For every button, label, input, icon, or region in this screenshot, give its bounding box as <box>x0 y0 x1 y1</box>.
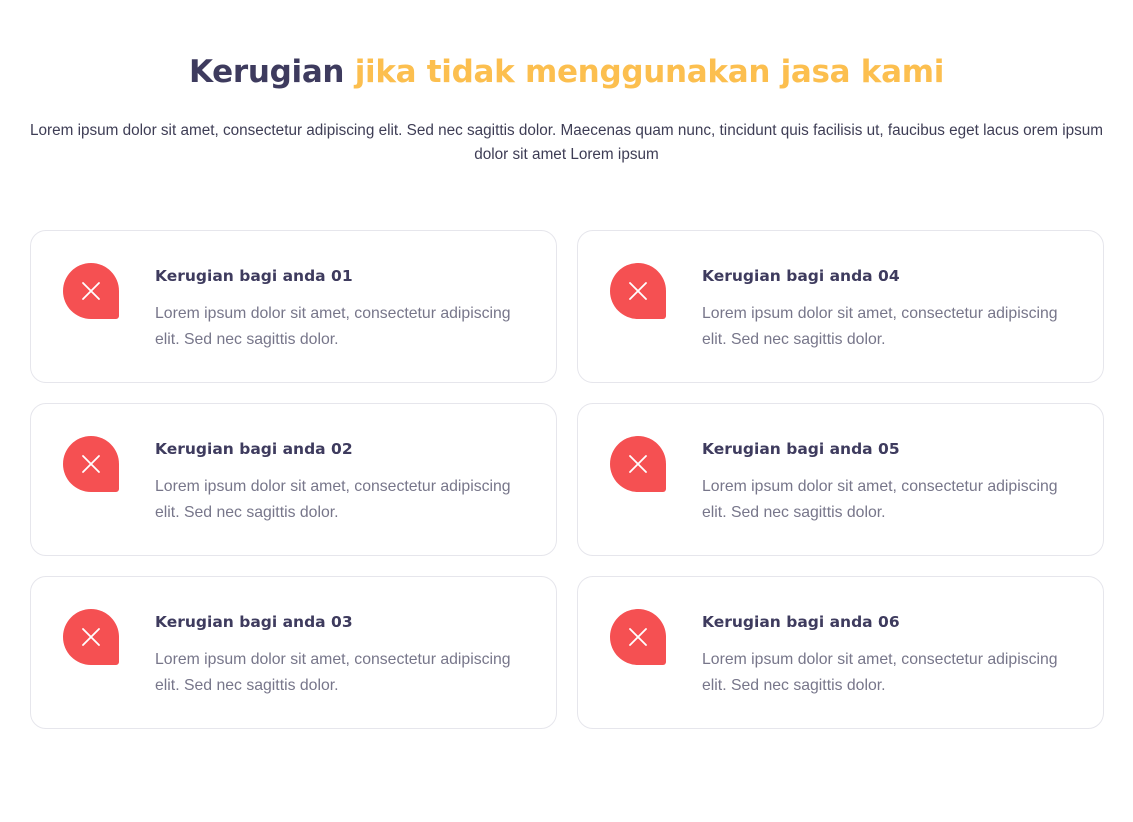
card-title: Kerugian bagi anda 02 <box>155 440 353 458</box>
loss-card-01: Kerugian bagi anda 01 Lorem ipsum dolor … <box>30 230 557 383</box>
card-description: Lorem ipsum dolor sit amet, consectetur … <box>702 651 1058 694</box>
close-icon <box>63 263 119 319</box>
section-title-highlight: jika tidak menggunakan jasa kami <box>354 54 945 90</box>
close-icon <box>63 609 119 665</box>
loss-card-03: Kerugian bagi anda 03 Lorem ipsum dolor … <box>30 576 557 729</box>
card-title: Kerugian bagi anda 01 <box>155 267 353 285</box>
close-icon <box>610 263 666 319</box>
card-title: Kerugian bagi anda 06 <box>702 613 900 631</box>
section-description: Lorem ipsum dolor sit amet, consectetur … <box>29 122 1103 163</box>
loss-card-04: Kerugian bagi anda 04 Lorem ipsum dolor … <box>577 230 1104 383</box>
loss-card-02: Kerugian bagi anda 02 Lorem ipsum dolor … <box>30 403 557 556</box>
card-description: Lorem ipsum dolor sit amet, consectetur … <box>702 478 1058 521</box>
close-icon <box>610 436 666 492</box>
close-icon <box>610 609 666 665</box>
card-title: Kerugian bagi anda 05 <box>702 440 900 458</box>
loss-card-05: Kerugian bagi anda 05 Lorem ipsum dolor … <box>577 403 1104 556</box>
card-description: Lorem ipsum dolor sit amet, consectetur … <box>702 305 1058 348</box>
loss-card-06: Kerugian bagi anda 06 Lorem ipsum dolor … <box>577 576 1104 729</box>
section-title-main: Kerugian <box>188 54 345 90</box>
card-description: Lorem ipsum dolor sit amet, consectetur … <box>155 478 511 521</box>
card-description: Lorem ipsum dolor sit amet, consectetur … <box>155 305 511 348</box>
close-icon <box>63 436 119 492</box>
card-title: Kerugian bagi anda 03 <box>155 613 353 631</box>
section-title: Kerugian jika tidak menggunakan jasa kam… <box>0 54 1133 90</box>
card-title: Kerugian bagi anda 04 <box>702 267 900 285</box>
card-description: Lorem ipsum dolor sit amet, consectetur … <box>155 651 511 694</box>
